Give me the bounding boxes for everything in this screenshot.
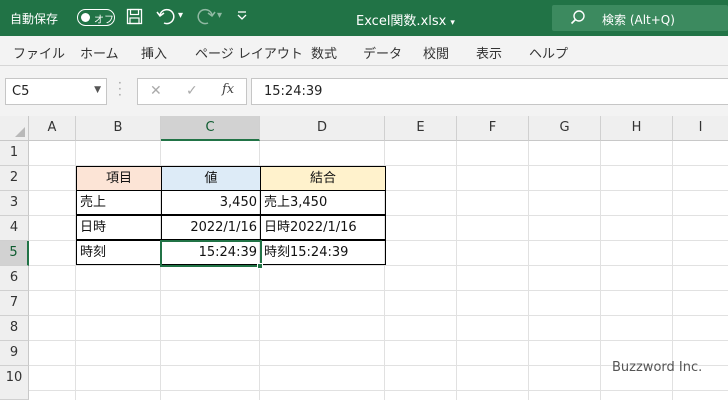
worksheet-grid[interactable]: A B C D E F G H I 1 2 3 4 5 6 7 8 9 10 項… [0, 116, 728, 400]
table-cell[interactable]: 時刻15:24:39 [260, 240, 386, 265]
row-header-1[interactable]: 1 [0, 141, 29, 166]
tab-formulas[interactable]: 数式 [311, 43, 337, 62]
name-box[interactable]: C5 ▼ [5, 78, 107, 105]
column-header-c[interactable]: C [161, 116, 260, 141]
document-title-text: Excel関数.xlsx [356, 14, 447, 29]
gridline [600, 141, 601, 400]
tab-review[interactable]: 校閲 [423, 43, 449, 62]
title-bar: 自動保存 オフ ▾ ▾ Excel関数.xlsx ▾ 検索 (Alt+Q) [0, 0, 728, 36]
gridline [29, 390, 728, 391]
save-icon[interactable] [126, 8, 143, 29]
undo-dropdown-icon[interactable]: ▾ [178, 10, 183, 21]
formula-input[interactable]: 15:24:39 [251, 78, 728, 105]
column-header-e[interactable]: E [385, 116, 457, 141]
table-cell[interactable]: 売上 [76, 190, 162, 215]
toggle-knob [81, 13, 90, 22]
document-title[interactable]: Excel関数.xlsx ▾ [356, 10, 455, 29]
insert-function-icon[interactable]: fx [222, 82, 234, 97]
select-all-triangle-icon [15, 127, 25, 137]
autosave-toggle[interactable]: オフ [77, 9, 115, 26]
chevron-down-icon: ▾ [450, 18, 455, 28]
redo-icon[interactable] [196, 8, 216, 30]
autosave-state: オフ [94, 15, 114, 26]
column-header-b[interactable]: B [76, 116, 161, 141]
row-header-6[interactable]: 6 [0, 266, 29, 291]
selection-border [160, 240, 262, 267]
column-header-i[interactable]: I [673, 116, 728, 141]
select-all-button[interactable] [0, 116, 29, 141]
fill-handle[interactable] [257, 263, 263, 269]
gridline [29, 290, 728, 291]
tab-home[interactable]: ホーム [80, 43, 119, 62]
search-placeholder: 検索 (Alt+Q) [602, 13, 675, 27]
gridline [29, 265, 728, 266]
search-icon [570, 9, 586, 29]
row-header-10[interactable]: 10 [0, 366, 29, 400]
more-options-icon[interactable]: · · · [118, 77, 122, 101]
redo-dropdown-icon[interactable]: ▾ [217, 10, 222, 21]
row-header-9[interactable]: 9 [0, 341, 29, 366]
table-cell[interactable]: 2022/1/16 [161, 215, 261, 240]
name-box-value: C5 [12, 84, 30, 99]
search-box[interactable]: 検索 (Alt+Q) [552, 5, 728, 31]
cancel-icon[interactable]: ✕ [150, 83, 162, 99]
column-header-h[interactable]: H [601, 116, 673, 141]
tab-insert[interactable]: 挿入 [141, 43, 167, 62]
column-header-f[interactable]: F [457, 116, 529, 141]
tab-data[interactable]: データ [363, 43, 402, 62]
column-header-d[interactable]: D [260, 116, 385, 141]
gridline [456, 141, 457, 400]
column-header-g[interactable]: G [529, 116, 601, 141]
autosave-label: 自動保存 [10, 12, 59, 26]
gridline [29, 315, 728, 316]
tab-file[interactable]: ファイル [13, 43, 65, 62]
table-cell[interactable]: 日時2022/1/16 [260, 215, 386, 240]
row-header-8[interactable]: 8 [0, 316, 29, 341]
table-cell[interactable]: 3,450 [161, 190, 261, 215]
header-cell-item[interactable]: 項目 [76, 166, 162, 191]
chevron-down-icon[interactable]: ▼ [94, 85, 101, 95]
header-cell-combined[interactable]: 結合 [260, 166, 386, 191]
watermark: Buzzword Inc. [612, 360, 703, 375]
tab-page-layout[interactable]: ページ レイアウト [195, 43, 303, 62]
table-cell[interactable]: 日時 [76, 215, 162, 240]
row-header-4[interactable]: 4 [0, 216, 29, 241]
undo-icon[interactable] [156, 8, 176, 30]
tab-help[interactable]: ヘルプ [529, 43, 568, 62]
header-cell-value[interactable]: 値 [161, 166, 261, 191]
table-cell[interactable]: 売上3,450 [260, 190, 386, 215]
formula-buttons: ✕ ✓ fx [137, 78, 247, 105]
table-cell[interactable]: 時刻 [76, 240, 162, 265]
formula-value: 15:24:39 [264, 84, 323, 99]
gridline [29, 340, 728, 341]
ribbon-tabs: ファイル ホーム 挿入 ページ レイアウト 数式 データ 校閲 表示 ヘルプ [0, 36, 728, 66]
formula-bar: C5 ▼ · · · ✕ ✓ fx 15:24:39 [0, 66, 728, 116]
row-header-7[interactable]: 7 [0, 291, 29, 316]
gridline [528, 141, 529, 400]
tab-view[interactable]: 表示 [476, 43, 502, 62]
customize-toolbar-icon[interactable] [236, 9, 248, 24]
row-header-2[interactable]: 2 [0, 166, 29, 191]
row-header-3[interactable]: 3 [0, 191, 29, 216]
enter-icon[interactable]: ✓ [186, 83, 198, 99]
row-header-5[interactable]: 5 [0, 241, 29, 266]
column-header-a[interactable]: A [29, 116, 76, 141]
